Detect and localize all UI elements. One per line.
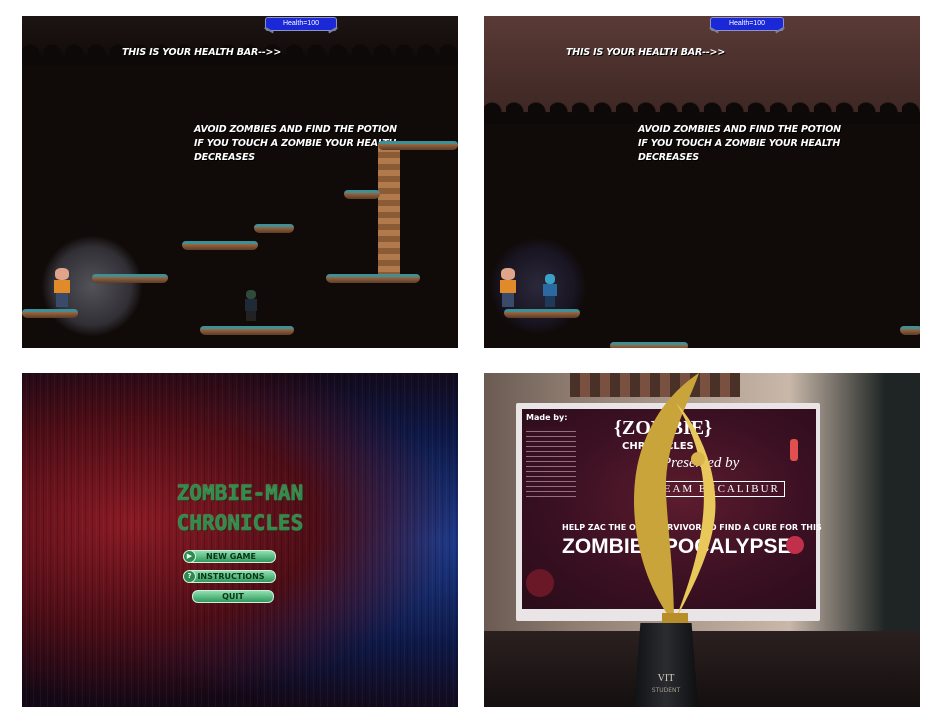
biohazard-icon [786,536,804,554]
instructions-button[interactable]: ? INSTRUCTIONS [183,570,276,583]
platform [92,274,168,283]
health-bar-hint: THIS IS YOUR HEALTH BAR-->> [566,47,726,58]
trophy-plate: VIT [657,673,675,684]
platform [182,241,258,250]
trophy-figure [634,373,716,633]
background-streaks [22,373,458,707]
dirt-pillar [378,146,400,276]
platform [610,342,688,348]
instructions-label: INSTRUCTIONS [197,572,265,581]
platform [200,326,294,335]
platform [22,309,78,318]
zombie-character [244,290,258,322]
treeline [484,98,920,124]
instruction-line: DECREASES [638,152,699,163]
platform [326,274,420,283]
skull-icon [526,569,554,597]
instruction-line: DECREASES [194,152,255,163]
trophy-base: VIT STUDENT [634,623,698,707]
instruction-line: AVOID ZOMBIES AND FIND THE POTION [638,124,841,135]
main-menu: ZOMBIE-MAN CHRONICLES ▶ NEW GAME ? INSTR… [22,373,458,707]
health-bar-hint: THIS IS YOUR HEALTH BAR-->> [122,47,282,58]
zombie-silhouette-icon [790,439,798,461]
health-bar: Health=100 [265,17,337,31]
trophy-photo: Made by: {ZOMBIE} CHRONICLES Presented b… [484,373,920,707]
player-character [498,268,518,308]
platform [504,309,580,318]
platform [900,326,920,335]
play-icon: ▶ [183,550,196,563]
trophy-plate-sub: STUDENT [651,687,681,694]
made-by-label: Made by: [526,413,568,422]
table [484,631,920,707]
instruction-line: IF YOU TOUCH A ZOMBIE YOUR HEALTH [638,138,841,149]
game-title-line2: CHRONICLES [176,511,304,535]
platform [254,224,294,233]
quit-button[interactable]: QUIT [192,590,274,603]
instruction-text: AVOID ZOMBIES AND FIND THE POTION IF YOU… [194,123,397,165]
game-title-line1: ZOMBIE-MAN [176,481,304,505]
quit-label: QUIT [222,592,244,601]
player-character [52,268,72,308]
health-bar: Health=100 [710,17,784,31]
instruction-line: AVOID ZOMBIES AND FIND THE POTION [194,124,397,135]
platform [378,141,458,150]
credits-list [526,427,576,497]
new-game-button[interactable]: ▶ NEW GAME [183,550,276,563]
instruction-text: AVOID ZOMBIES AND FIND THE POTION IF YOU… [638,123,841,165]
instruction-line: IF YOU TOUCH A ZOMBIE YOUR HEALTH [194,138,397,149]
platform [344,190,380,199]
game-scene-2: Health=100 THIS IS YOUR HEALTH BAR-->> A… [484,16,920,348]
new-game-label: NEW GAME [206,552,256,561]
zombie-character [542,274,558,308]
game-scene-1: Health=100 THIS IS YOUR HEALTH BAR-->> A… [22,16,458,348]
help-icon: ? [183,570,196,583]
